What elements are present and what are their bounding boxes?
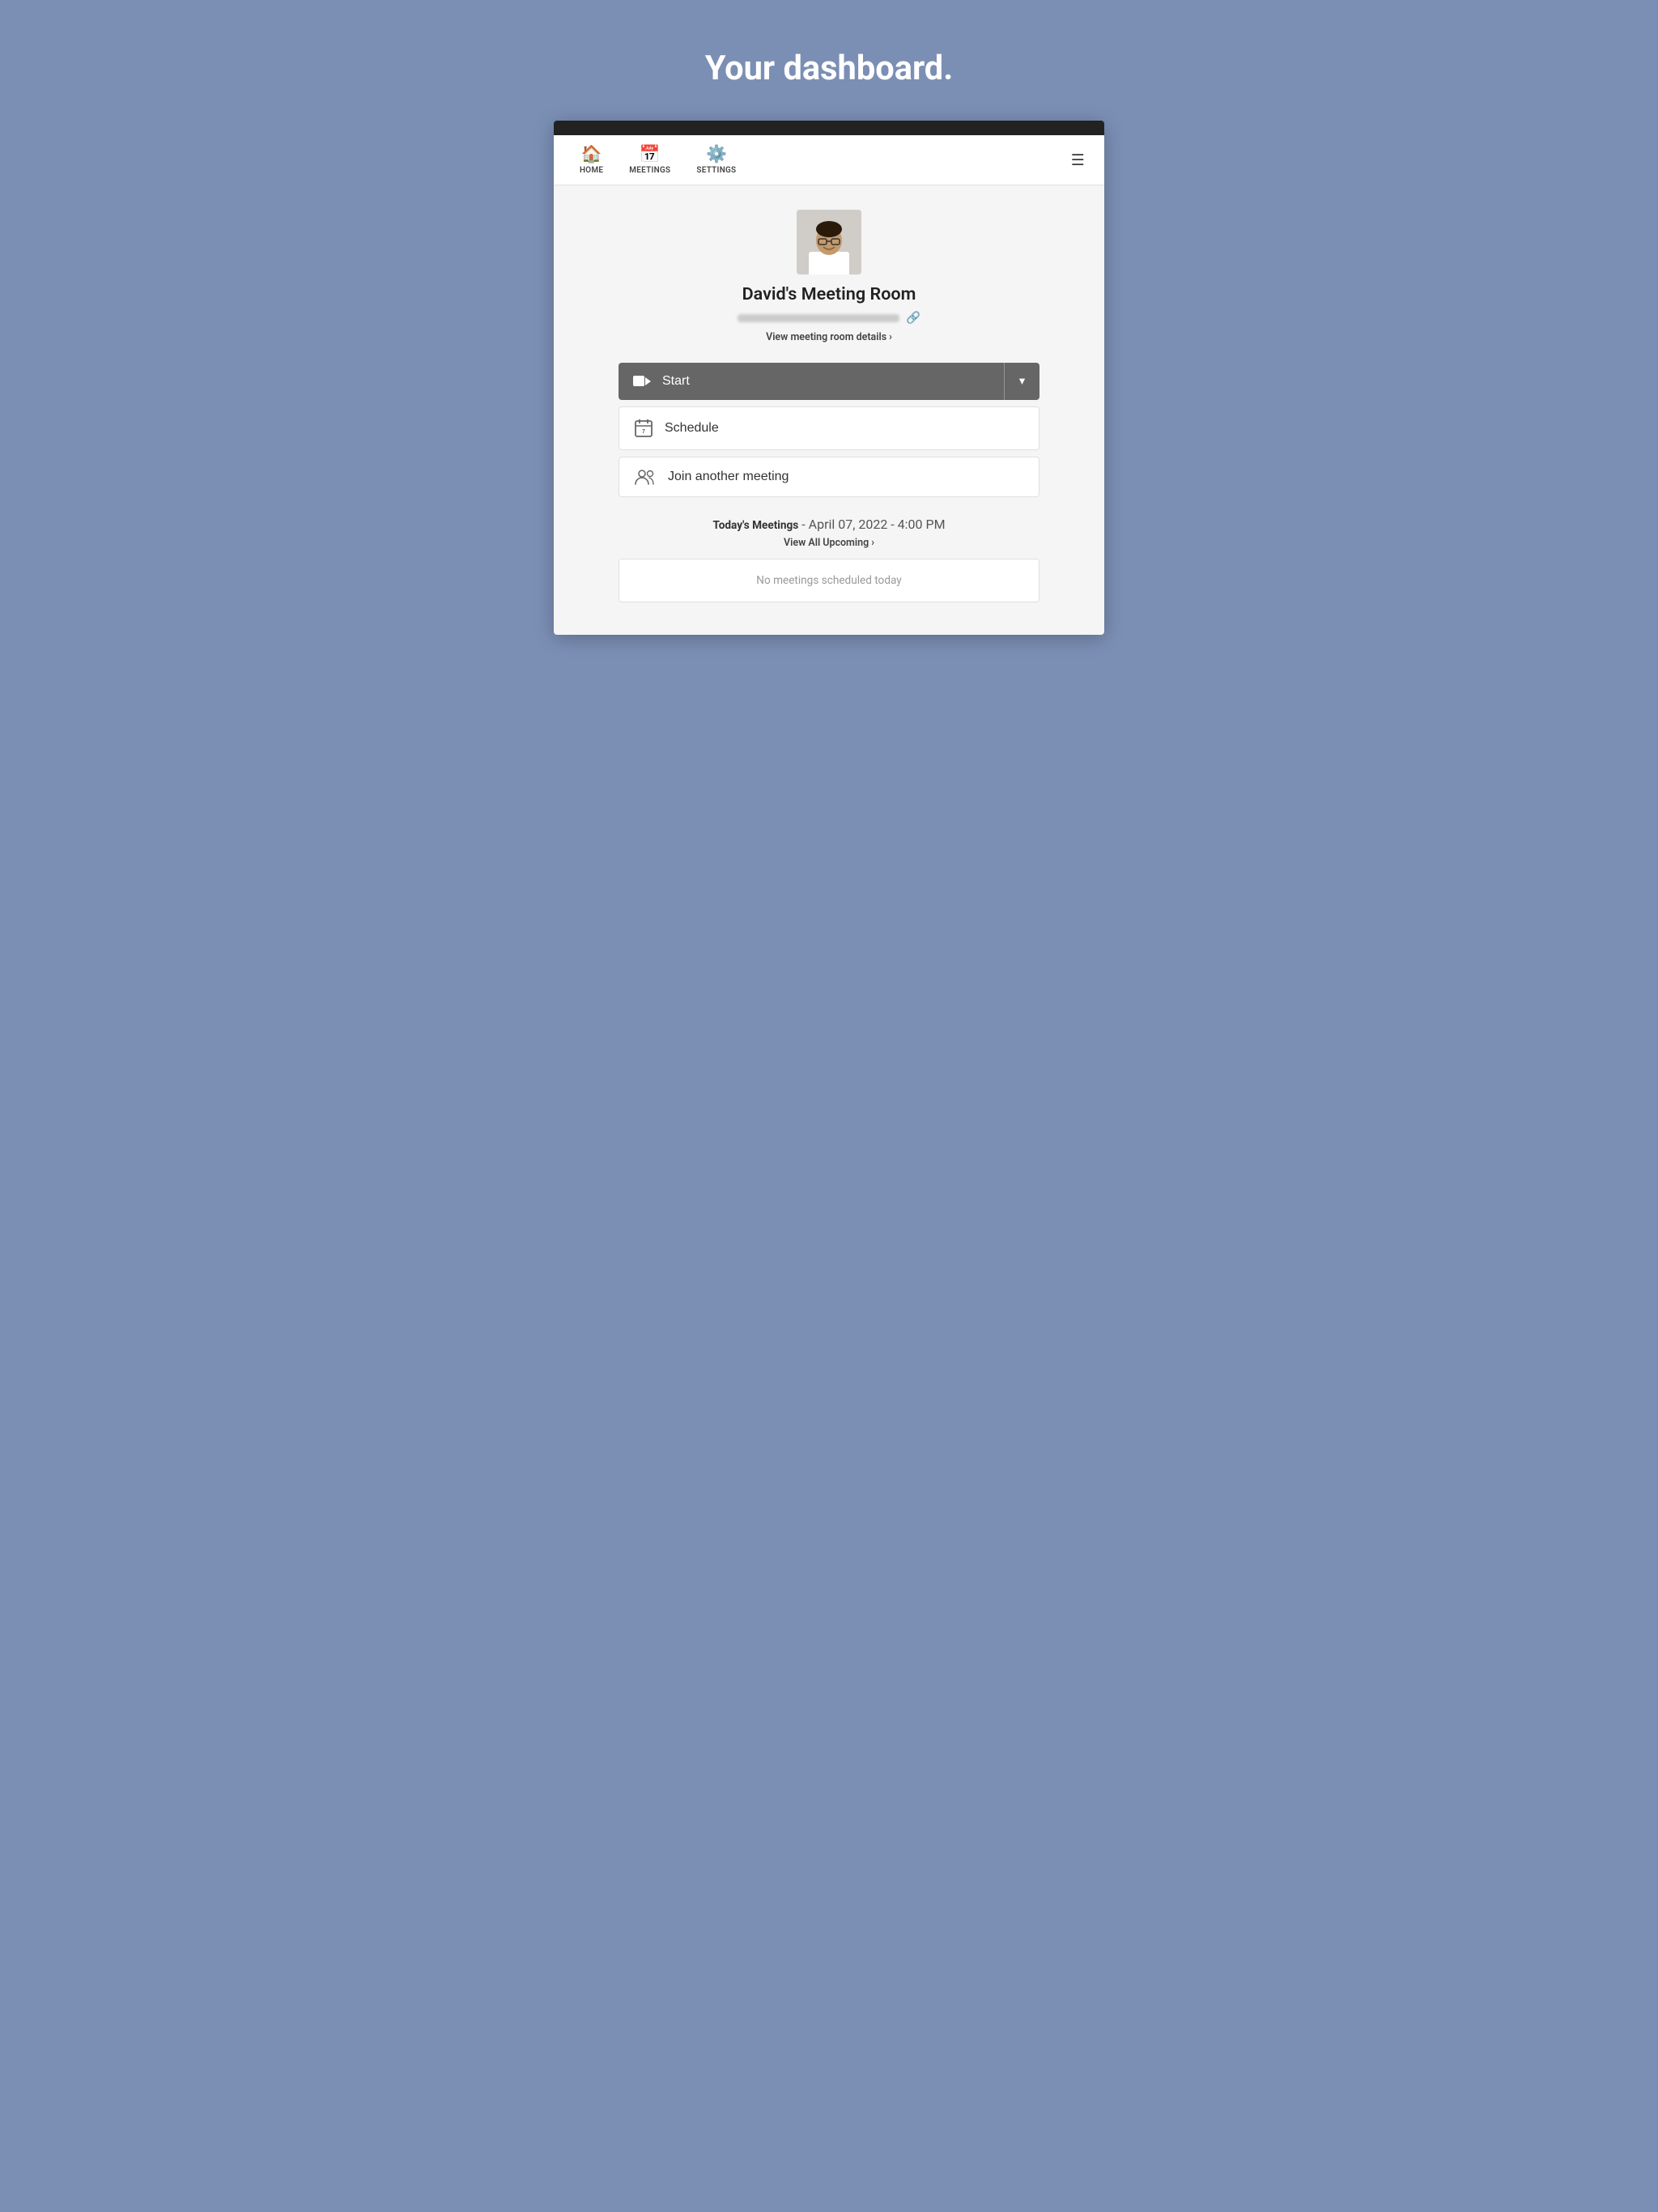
view-room-details-link[interactable]: View meeting room details › xyxy=(766,331,892,343)
no-meetings-message: No meetings scheduled today xyxy=(619,559,1039,602)
room-name: David's Meeting Room xyxy=(742,284,916,304)
nav-home-label: HOME xyxy=(580,166,603,175)
schedule-button[interactable]: 7 Schedule xyxy=(619,406,1039,450)
room-url-row: 🔗 xyxy=(738,311,920,325)
schedule-calendar-icon: 7 xyxy=(634,419,653,438)
avatar-image xyxy=(797,210,861,274)
nav-home[interactable]: 🏠 HOME xyxy=(567,142,616,178)
nav-settings[interactable]: ⚙️ SETTINGS xyxy=(683,142,749,178)
nav-meetings[interactable]: 📅 MEETINGS xyxy=(616,142,683,178)
action-buttons: Start ▾ 7 Schedule xyxy=(619,363,1039,497)
svg-text:7: 7 xyxy=(642,429,645,435)
calendar-icon: 📅 xyxy=(640,145,661,164)
start-button[interactable]: Start ▾ xyxy=(619,363,1039,400)
meetings-section: Today's Meetings - April 07, 2022 - 4:00… xyxy=(619,517,1039,602)
nav-settings-label: SETTINGS xyxy=(696,166,736,175)
start-dropdown-arrow[interactable]: ▾ xyxy=(1004,363,1039,400)
video-icon xyxy=(633,375,651,388)
main-content: David's Meeting Room 🔗 View meeting room… xyxy=(554,185,1104,635)
nav-bar: 🏠 HOME 📅 MEETINGS ⚙️ SETTINGS ☰ xyxy=(554,135,1104,185)
meetings-date: - April 07, 2022 - 4:00 PM xyxy=(801,517,945,532)
meetings-title: Today's Meetings xyxy=(712,519,798,532)
room-url-blurred xyxy=(738,314,899,322)
hamburger-menu[interactable]: ☰ xyxy=(1065,147,1091,172)
join-meeting-button[interactable]: Join another meeting xyxy=(619,457,1039,497)
link-icon: 🔗 xyxy=(906,311,920,325)
nav-items: 🏠 HOME 📅 MEETINGS ⚙️ SETTINGS xyxy=(567,142,1065,178)
view-all-upcoming-link[interactable]: View All Upcoming › xyxy=(619,537,1039,549)
nav-meetings-label: MEETINGS xyxy=(629,166,670,175)
title-bar xyxy=(554,121,1104,135)
gear-icon: ⚙️ xyxy=(706,145,727,164)
avatar xyxy=(797,210,861,274)
meetings-header: Today's Meetings - April 07, 2022 - 4:00… xyxy=(619,517,1039,532)
home-icon: 🏠 xyxy=(581,145,602,164)
app-window: 🏠 HOME 📅 MEETINGS ⚙️ SETTINGS ☰ xyxy=(554,121,1104,635)
avatar-container xyxy=(797,210,861,274)
join-icon xyxy=(634,469,657,485)
page-title: Your dashboard. xyxy=(705,49,954,88)
